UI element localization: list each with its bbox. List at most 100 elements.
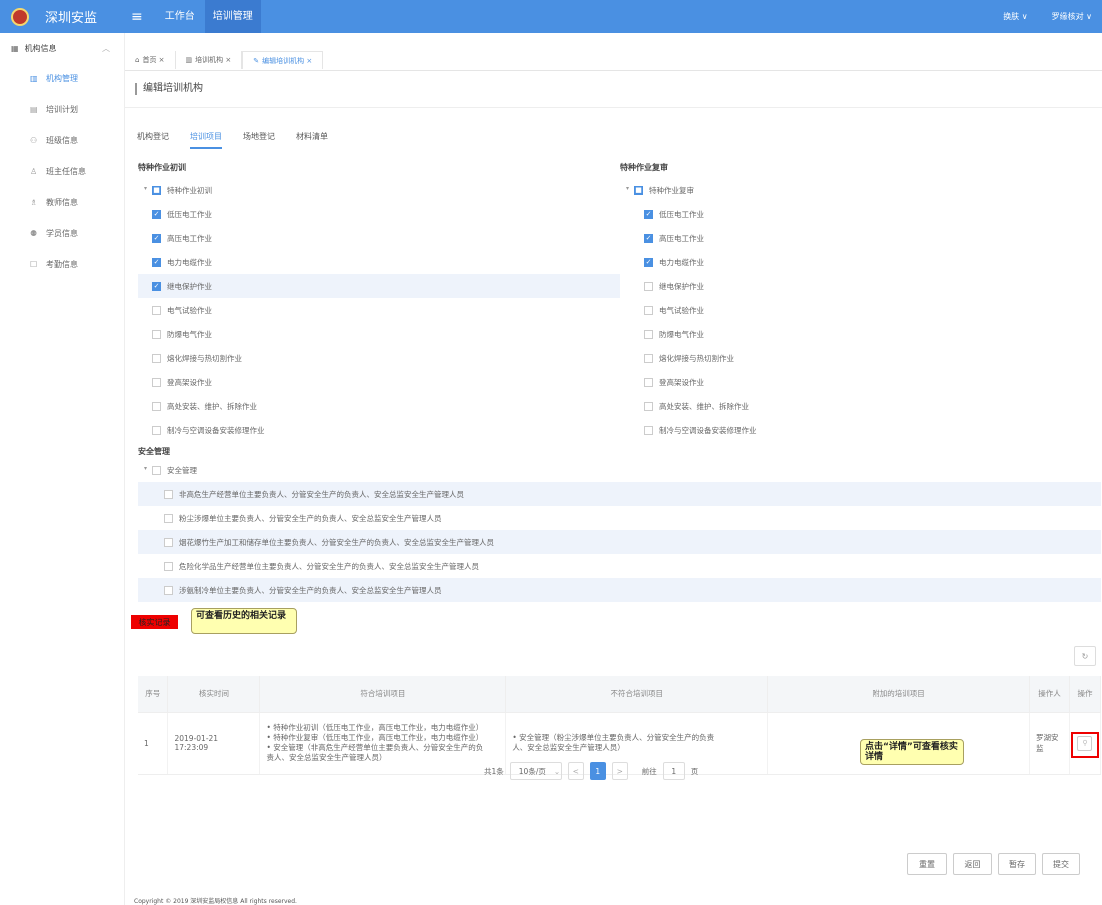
checkbox[interactable]: ✓ — [644, 233, 653, 243]
checkbox-row[interactable]: 高处安装、维护、拆除作业 — [138, 394, 620, 418]
checkbox-row[interactable]: 高处安装、维护、拆除作业 — [630, 394, 960, 418]
checkbox-row[interactable]: 制冷与空调设备安装修理作业 — [630, 418, 960, 442]
checkbox[interactable]: ✓ — [152, 281, 161, 291]
sidebar-item-class[interactable]: ⚇ 班级信息 — [0, 125, 124, 156]
top-tab-workbench[interactable]: 工作台 — [157, 0, 203, 33]
checkbox[interactable] — [152, 401, 161, 411]
checkbox[interactable] — [152, 465, 161, 475]
back-button[interactable]: 返回 — [953, 853, 992, 875]
checkbox-label: 电力电缆作业 — [167, 257, 212, 267]
checkbox[interactable] — [644, 329, 653, 339]
checkbox[interactable] — [164, 537, 173, 547]
tab-venue[interactable]: 场地登记 — [243, 131, 275, 149]
checkbox-row[interactable]: 电气试验作业 — [138, 298, 620, 322]
sidebar-item-student[interactable]: ⚉ 学员信息 — [0, 218, 124, 249]
students-icon: ⚉ — [30, 229, 38, 238]
checkbox-row[interactable]: ✓ 低压电工作业 — [138, 202, 620, 226]
checkbox-row[interactable]: 电气试验作业 — [630, 298, 960, 322]
sidebar-item-institution[interactable]: ▥ 机构管理 — [0, 63, 124, 94]
caret-down-icon[interactable]: ▾ — [144, 185, 147, 192]
checkbox[interactable] — [152, 305, 161, 315]
checkbox-row[interactable]: ✓ 高压电工作业 — [138, 226, 620, 250]
checkbox-row[interactable]: ✓ 电力电缆作业 — [630, 250, 960, 274]
top-tab-training[interactable]: 培训管理 — [204, 0, 261, 33]
user-menu[interactable]: 罗缘核对 ∨ — [1052, 11, 1092, 22]
checkbox-row[interactable]: 防爆电气作业 — [138, 322, 620, 346]
logo — [11, 7, 29, 26]
checkbox[interactable] — [644, 401, 653, 411]
reset-button[interactable]: 重置 — [907, 853, 947, 875]
checkbox-row[interactable]: ✓ 电力电缆作业 — [138, 250, 620, 274]
checkbox-partial[interactable]: ■ — [634, 185, 643, 195]
submit-button[interactable]: 提交 — [1042, 853, 1080, 875]
tree-root-review[interactable]: ■ 特种作业复审 — [634, 178, 934, 202]
page-size-label: 10条/页 — [518, 766, 546, 776]
checkbox-row[interactable]: 粉尘涉爆单位主要负责人、分管安全生产的负责人、安全总监安全生产管理人员 — [138, 506, 1101, 530]
checkbox-label: 防爆电气作业 — [167, 329, 212, 339]
checkbox-row[interactable]: 非高危生产经营单位主要负责人、分管安全生产的负责人、安全总监安全生产管理人员 — [138, 482, 1101, 506]
checkbox[interactable] — [644, 377, 653, 387]
hamburger-icon[interactable]: ≡ — [131, 9, 143, 25]
sidebar-group-label: 机构信息 — [24, 43, 57, 53]
save-draft-button[interactable]: 暂存 — [998, 853, 1036, 875]
page-button-1[interactable]: 1 — [589, 762, 606, 780]
checkbox-row[interactable]: 继电保护作业 — [630, 274, 960, 298]
breadcrumb: ⌂ 首页 × ▥ 培训机构 × ✎ 编辑培训机构 × — [125, 50, 324, 70]
checkbox[interactable]: ✓ — [152, 209, 161, 219]
crumb-training-institution[interactable]: ▥ 培训机构 × — [176, 51, 243, 69]
skin-menu[interactable]: 换肤 ∨ — [1003, 11, 1027, 22]
checkbox-partial[interactable]: ■ — [152, 185, 161, 195]
goto-page-input[interactable]: 1 — [662, 762, 685, 780]
checkbox-label: 低压电工作业 — [659, 209, 704, 219]
checkbox[interactable] — [644, 281, 653, 291]
checkbox[interactable] — [152, 353, 161, 363]
checkbox-row[interactable]: 熔化焊接与热切割作业 — [630, 346, 960, 370]
checkbox[interactable] — [164, 489, 173, 499]
checkbox-label: 粉尘涉爆单位主要负责人、分管安全生产的负责人、安全总监安全生产管理人员 — [179, 513, 442, 523]
checkbox[interactable] — [152, 377, 161, 387]
tab-training-items[interactable]: 培训项目 — [190, 131, 222, 149]
checkbox-row[interactable]: ✓ 继电保护作业 — [138, 274, 620, 298]
checkbox-label: 烟花爆竹生产加工和储存单位主要负责人、分管安全生产的负责人、安全总监安全生产管理… — [179, 537, 494, 547]
checkbox-row[interactable]: 登高架设作业 — [630, 370, 960, 394]
checkbox-row[interactable]: ✓ 低压电工作业 — [630, 202, 960, 226]
refresh-icon[interactable]: ↻ — [1074, 646, 1096, 666]
crumb-home[interactable]: ⌂ 首页 × — [125, 51, 176, 69]
tab-materials[interactable]: 材料清单 — [296, 131, 328, 149]
sidebar-item-head-teacher[interactable]: ♙ 班主任信息 — [0, 156, 124, 187]
checkbox[interactable] — [644, 305, 653, 315]
checkbox[interactable]: ✓ — [152, 233, 161, 243]
caret-down-icon[interactable]: ▾ — [144, 465, 147, 472]
checkbox[interactable] — [644, 425, 653, 435]
caret-down-icon[interactable]: ▾ — [626, 185, 629, 192]
checkbox-row[interactable]: ✓ 高压电工作业 — [630, 226, 960, 250]
checkbox-row[interactable]: 防爆电气作业 — [630, 322, 960, 346]
checkbox[interactable]: ✓ — [644, 257, 653, 267]
tree-root-initial[interactable]: ■ 特种作业初训 — [152, 178, 452, 202]
sidebar-item-label: 学员信息 — [46, 229, 78, 238]
checkbox-row[interactable]: 烟花爆竹生产加工和储存单位主要负责人、分管安全生产的负责人、安全总监安全生产管理… — [138, 530, 1101, 554]
checkbox[interactable] — [152, 329, 161, 339]
checkbox-row[interactable]: 危险化学品生产经营单位主要负责人、分管安全生产的负责人、安全总监安全生产管理人员 — [138, 554, 1101, 578]
tab-registration[interactable]: 机构登记 — [137, 131, 169, 149]
checkbox[interactable] — [152, 425, 161, 435]
checkbox[interactable] — [164, 513, 173, 523]
checkbox-row[interactable]: 登高架设作业 — [138, 370, 620, 394]
sidebar-group-institution[interactable]: ▦ 机构信息 ︿ — [0, 33, 124, 63]
checkbox[interactable] — [164, 561, 173, 571]
checkbox-row[interactable]: 涉氨制冷单位主要负责人、分管安全生产的负责人、安全总监安全生产管理人员 — [138, 578, 1101, 602]
sidebar-item-plan[interactable]: ▤ 培训计划 — [0, 94, 124, 125]
prev-page-button[interactable]: < — [567, 762, 584, 780]
sidebar-item-teacher[interactable]: ♗ 教师信息 — [0, 187, 124, 218]
checkbox[interactable]: ✓ — [644, 209, 653, 219]
crumb-edit-institution[interactable]: ✎ 编辑培训机构 × — [242, 51, 324, 69]
checkbox-row[interactable]: 熔化焊接与热切割作业 — [138, 346, 620, 370]
page-size-select[interactable]: 10条/页 ⌄ — [509, 762, 562, 780]
sidebar-item-attendance[interactable]: ☐ 考勤信息 — [0, 249, 124, 280]
checkbox[interactable] — [644, 353, 653, 363]
next-page-button[interactable]: > — [611, 762, 628, 780]
checkbox-row[interactable]: 制冷与空调设备安装修理作业 — [138, 418, 620, 442]
checkbox[interactable]: ✓ — [152, 257, 161, 267]
checkbox[interactable] — [164, 585, 173, 595]
tree-root-safety[interactable]: 安全管理 — [152, 458, 452, 482]
